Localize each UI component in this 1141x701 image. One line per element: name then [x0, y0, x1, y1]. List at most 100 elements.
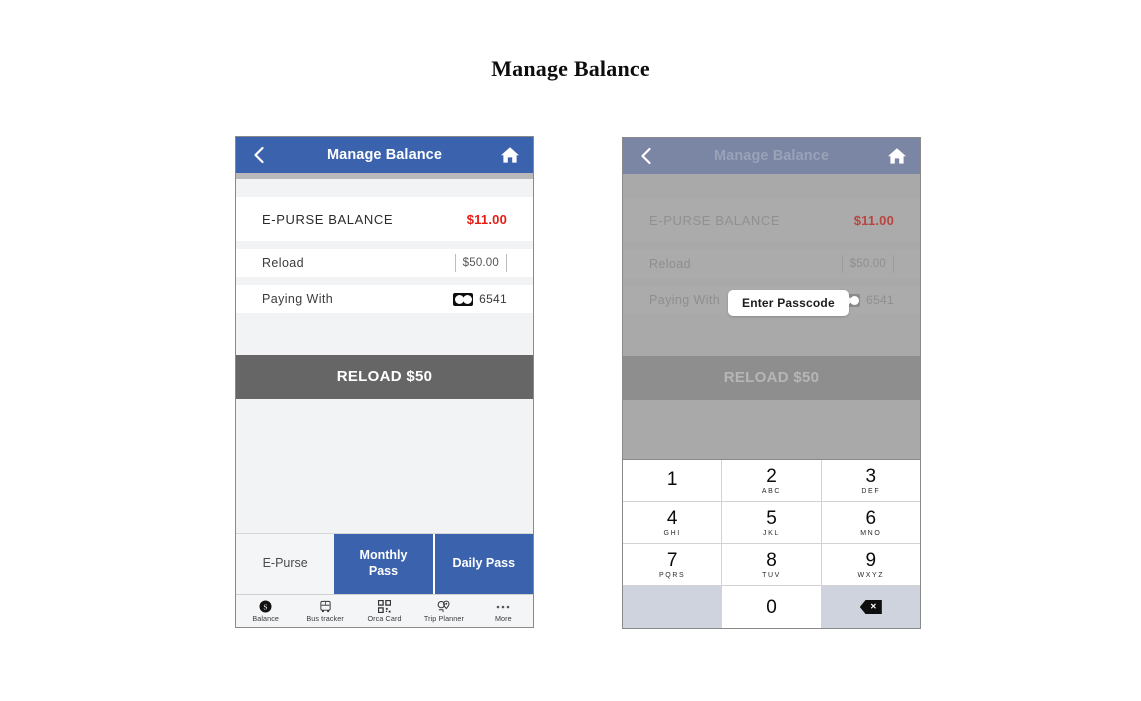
paying-with-label-dimmed: Paying With: [649, 293, 721, 307]
home-icon: [888, 148, 906, 164]
key-3-number: 3: [865, 465, 877, 487]
key-4-number: 4: [666, 507, 678, 529]
keypad-row: 0 ✕: [623, 586, 920, 628]
nav-label-more: More: [494, 614, 512, 623]
key-1-number: 1: [666, 469, 678, 490]
nav-label-bus-tracker: Bus tracker: [306, 614, 344, 623]
enter-passcode-tooltip[interactable]: Enter Passcode: [728, 290, 849, 316]
app-header-title-dimmed: Manage Balance: [713, 148, 830, 164]
top-gap-band-dimmed: [623, 180, 920, 198]
svg-text:S: S: [264, 602, 268, 611]
app-screen-normal: Manage Balance E-PURSE BALANCE $11.00 Re…: [236, 137, 533, 627]
dollar-coin-icon: S: [259, 599, 272, 613]
key-4-letters: GHI: [663, 529, 681, 537]
nav-item-more[interactable]: More: [474, 595, 533, 627]
reload-label: Reload: [262, 256, 305, 270]
below-rows-gap: [236, 313, 533, 355]
tab-monthly-pass[interactable]: Monthly Pass: [334, 534, 433, 594]
row-separator-dimmed: [623, 242, 920, 250]
key-5[interactable]: 5 JKL: [722, 502, 822, 544]
top-gap-band: [236, 179, 533, 197]
paying-with-label: Paying With: [262, 292, 334, 306]
nav-item-balance[interactable]: S Balance: [236, 595, 295, 627]
key-5-letters: JKL: [763, 529, 780, 537]
key-9-letters: WXYZ: [857, 571, 885, 579]
key-0-number: 0: [766, 596, 777, 618]
reload-button-dimmed: RELOAD $50: [623, 356, 920, 400]
bottom-nav-bar: S Balance Bus tracker Orca Card Trip Pla…: [236, 594, 533, 627]
key-3[interactable]: 3 DEF: [821, 460, 920, 502]
key-8[interactable]: 8 TUV: [722, 544, 822, 586]
phone-screen-left: Manage Balance E-PURSE BALANCE $11.00 Re…: [235, 136, 534, 628]
key-9[interactable]: 9 WXYZ: [821, 544, 920, 586]
map-pin-icon: [437, 599, 450, 613]
reload-label-dimmed: Reload: [649, 257, 692, 271]
chevron-left-icon: [641, 147, 651, 165]
app-header-title: Manage Balance: [326, 147, 443, 163]
row-separator-dimmed: [623, 278, 920, 286]
tab-monthly-pass-label: Monthly Pass: [359, 548, 408, 578]
key-8-letters: TUV: [762, 571, 781, 579]
tab-e-purse[interactable]: E-Purse: [236, 534, 335, 594]
nav-label-orca-card: Orca Card: [367, 614, 402, 623]
reload-amount-input-dimmed: $50.00: [841, 255, 894, 273]
tab-daily-pass[interactable]: Daily Pass: [432, 534, 533, 594]
card-last4-dimmed: 6541: [866, 293, 894, 307]
bus-icon: [319, 599, 332, 613]
content-blank-area: [236, 399, 533, 533]
reload-row[interactable]: Reload $50.00: [236, 249, 533, 277]
epurse-balance-row-dimmed: E-PURSE BALANCE $11.00: [623, 198, 920, 242]
paying-with-row[interactable]: Paying With 6541: [236, 285, 533, 313]
key-3-letters: DEF: [861, 487, 881, 495]
app-screen-passcode: Manage Balance E-PURSE BALANCE $11.00 Re…: [623, 138, 920, 628]
key-7[interactable]: 7 PQRS: [623, 544, 723, 586]
page-title: Manage Balance: [491, 56, 650, 81]
nav-item-orca-card[interactable]: Orca Card: [355, 595, 414, 627]
content-blank-area-dimmed: [623, 400, 920, 459]
home-button-dimmed[interactable]: [874, 138, 920, 174]
ellipsis-icon: [495, 599, 511, 613]
keypad-row: 7 PQRS 8 TUV 9 WXYZ: [623, 544, 920, 586]
key-4[interactable]: 4 GHI: [623, 502, 723, 544]
back-button-dimmed[interactable]: [623, 138, 669, 174]
key-6-number: 6: [865, 507, 877, 529]
mastercard-icon: [453, 292, 474, 306]
keypad-row: 4 GHI 5 JKL 6 MNO: [623, 502, 920, 544]
reload-row-dimmed: Reload $50.00: [623, 250, 920, 278]
card-last4: 6541: [479, 292, 507, 306]
nav-item-bus-tracker[interactable]: Bus tracker: [295, 595, 354, 627]
qr-code-icon: [378, 599, 392, 613]
home-button[interactable]: [487, 137, 533, 173]
key-7-number: 7: [666, 549, 678, 571]
app-header: Manage Balance: [236, 137, 533, 173]
key-6-letters: MNO: [860, 529, 882, 537]
key-backspace[interactable]: ✕: [821, 586, 920, 628]
keypad-row: 1 2 ABC 3 DEF: [623, 460, 920, 502]
chevron-left-icon: [254, 146, 264, 164]
key-2-number: 2: [766, 465, 777, 487]
passcode-keypad: 1 2 ABC 3 DEF 4 GHI 5 JKL 6 MNO 7 PQRS 8…: [623, 459, 920, 628]
key-0[interactable]: 0: [722, 586, 822, 628]
epurse-balance-row: E-PURSE BALANCE $11.00: [236, 197, 533, 241]
nav-label-balance: Balance: [252, 614, 280, 623]
reload-button[interactable]: RELOAD $50: [236, 355, 533, 399]
key-7-letters: PQRS: [659, 571, 686, 579]
epurse-balance-value: $11.00: [466, 211, 507, 227]
key-2[interactable]: 2 ABC: [722, 460, 822, 502]
key-1[interactable]: 1: [623, 460, 723, 502]
key-5-number: 5: [766, 507, 777, 529]
row-separator: [236, 277, 533, 285]
key-2-letters: ABC: [761, 487, 782, 495]
phone-screen-right: Manage Balance E-PURSE BALANCE $11.00 Re…: [622, 137, 921, 629]
epurse-balance-label: E-PURSE BALANCE: [262, 211, 394, 227]
back-button[interactable]: [236, 137, 282, 173]
home-icon: [501, 147, 519, 163]
pass-tab-bar: E-Purse Monthly Pass Daily Pass: [236, 533, 533, 594]
key-6[interactable]: 6 MNO: [821, 502, 920, 544]
nav-label-trip-planner: Trip Planner: [423, 614, 464, 623]
reload-amount-input[interactable]: $50.00: [454, 254, 507, 272]
key-8-number: 8: [766, 549, 777, 571]
payment-card[interactable]: 6541: [453, 292, 507, 306]
key-9-number: 9: [865, 549, 877, 571]
nav-item-trip-planner[interactable]: Trip Planner: [414, 595, 473, 627]
